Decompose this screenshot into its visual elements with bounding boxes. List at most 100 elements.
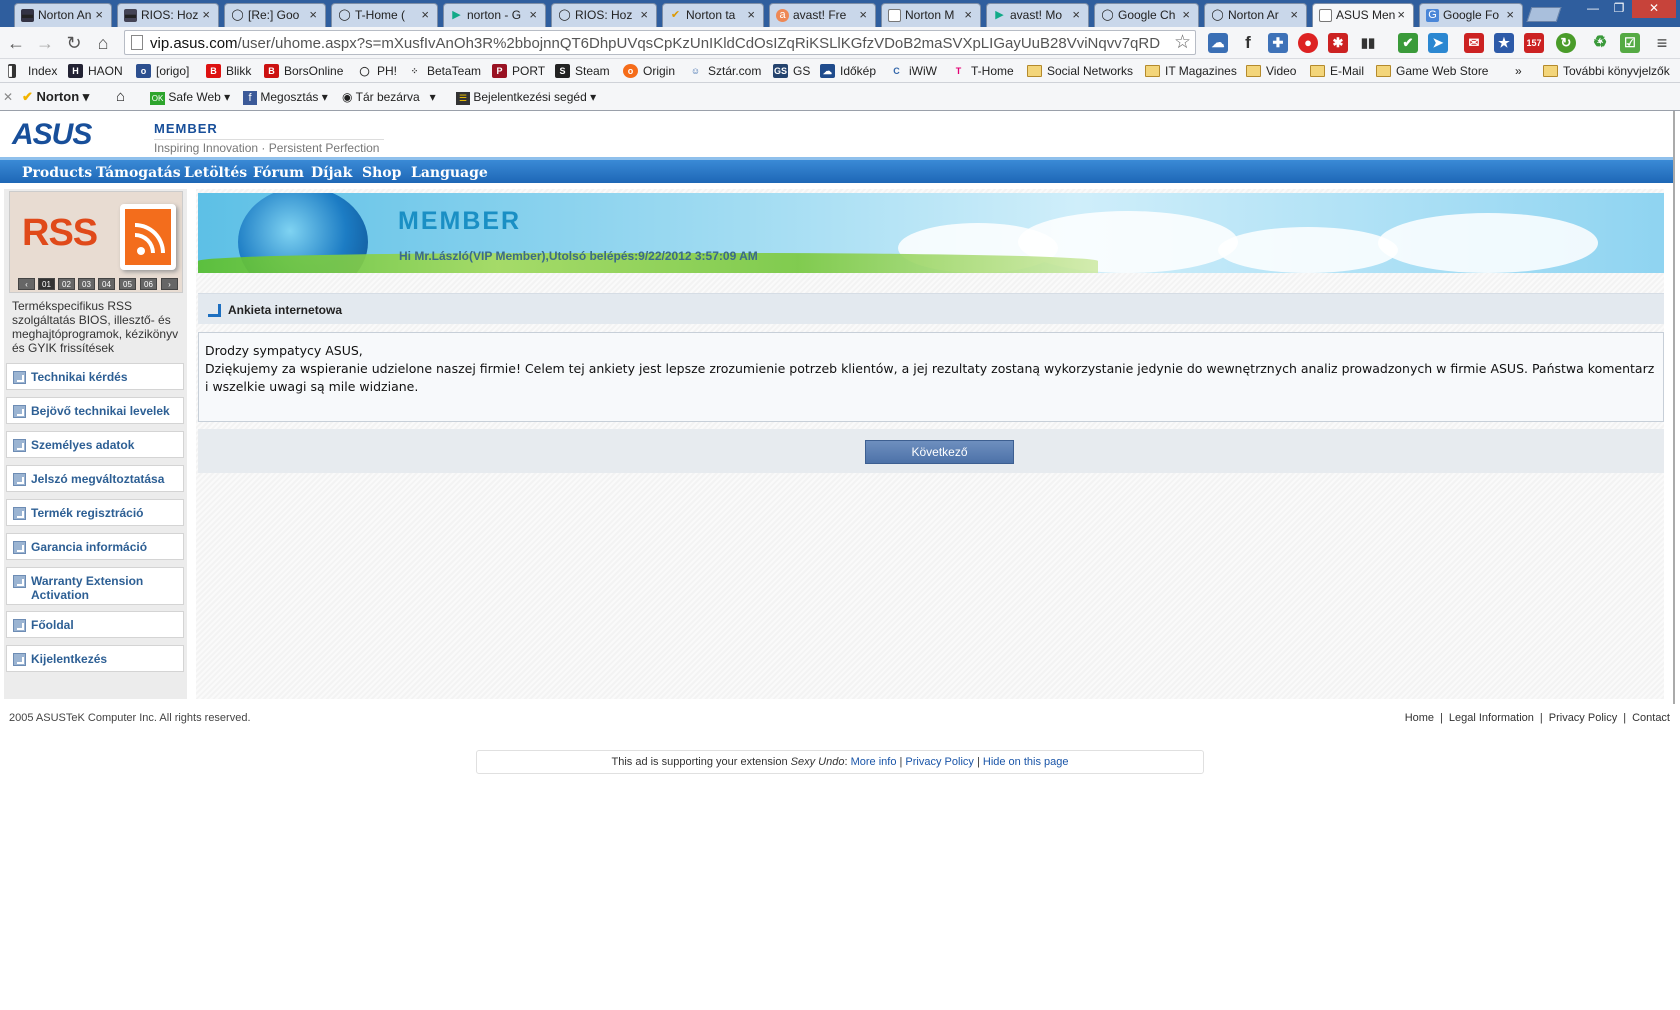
sidebar-item-warranty-extension[interactable]: Warranty Extension Activation xyxy=(6,567,184,605)
refresh-extension-icon[interactable]: ↻ xyxy=(1556,33,1576,53)
sidebar-item-termek-regisztracio[interactable]: Termék regisztráció xyxy=(6,499,184,526)
minimize-button[interactable]: — xyxy=(1580,0,1606,18)
bookmark-ph[interactable]: ◯ PH! xyxy=(357,62,397,80)
star-extension-icon[interactable]: ★ xyxy=(1494,33,1514,53)
bookmark-folder-other[interactable]: További könyvjelzők xyxy=(1543,62,1670,80)
bookmark-origin[interactable]: o Origin xyxy=(623,62,675,80)
tab-10[interactable]: ▶ avast! Mo × xyxy=(986,3,1089,27)
vault-menu[interactable]: ◉ Tár bezárva ▾ xyxy=(342,88,436,106)
bookmark-index[interactable]: ▌ Index xyxy=(8,62,57,80)
tab-close-icon[interactable]: × xyxy=(747,7,755,22)
bookmark-betateam[interactable]: ⁘ BetaTeam xyxy=(407,62,481,80)
recycle-extension-icon[interactable]: ♻ xyxy=(1590,33,1610,53)
nav-language[interactable]: Language xyxy=(411,165,488,181)
pager-page[interactable]: 01 xyxy=(38,278,55,290)
bookmark-folder-email[interactable]: E-Mail xyxy=(1310,62,1364,80)
tab-close-icon[interactable]: × xyxy=(309,7,317,22)
bookmark-haon[interactable]: H HAON xyxy=(68,62,123,80)
login-helper-menu[interactable]: ☰ Bejelentkezési segéd ▾ xyxy=(456,88,596,106)
close-toolbar-icon[interactable]: ✕ xyxy=(3,88,13,106)
nav-forum[interactable]: Fórum xyxy=(253,165,304,181)
footer-link-privacy[interactable]: Privacy Policy xyxy=(1549,712,1617,724)
norton-menu[interactable]: ✔ Norton ▾ xyxy=(22,88,89,106)
tab-8[interactable]: a avast! Fre × xyxy=(769,3,876,27)
sidebar-item-garancia[interactable]: Garancia információ xyxy=(6,533,184,560)
bookmark-sztar[interactable]: ☺ Sztár.com xyxy=(688,62,761,80)
tab-2[interactable]: ▬ RIOS: Hoz × xyxy=(117,3,219,27)
bookmark-folder-video[interactable]: Video xyxy=(1246,62,1296,80)
facebook-icon[interactable]: f xyxy=(1238,33,1258,53)
tab-close-icon[interactable]: × xyxy=(1182,7,1190,22)
tab-close-icon[interactable]: × xyxy=(1397,7,1405,22)
asus-logo[interactable]: ASUS xyxy=(12,120,92,150)
share-menu[interactable]: f Megosztás ▾ xyxy=(243,88,328,106)
tab-12[interactable]: ◯ Norton Ar × xyxy=(1204,3,1307,27)
pager-page[interactable]: 04 xyxy=(98,278,115,290)
pager-page[interactable]: 05 xyxy=(119,278,136,290)
pager-page[interactable]: 06 xyxy=(140,278,157,290)
forward-icon[interactable]: → xyxy=(34,32,56,54)
tab-close-icon[interactable]: × xyxy=(95,7,103,22)
bookmark-blikk[interactable]: B Blikk xyxy=(206,62,251,80)
tab-close-icon[interactable]: × xyxy=(1072,7,1080,22)
pager-next-icon[interactable]: › xyxy=(161,278,178,290)
bookmark-folder-social[interactable]: Social Networks xyxy=(1027,62,1133,80)
stats-icon[interactable]: ▮▮ xyxy=(1358,33,1378,53)
tab-close-icon[interactable]: × xyxy=(1290,7,1298,22)
bookmark-thome[interactable]: T T-Home xyxy=(951,62,1014,80)
back-icon[interactable]: ← xyxy=(5,32,27,54)
footer-link-home[interactable]: Home xyxy=(1405,712,1434,724)
close-window-button[interactable]: ✕ xyxy=(1632,0,1676,18)
tab-close-icon[interactable]: × xyxy=(202,7,210,22)
tab-1[interactable]: ▬ Norton An × xyxy=(14,3,112,27)
sidebar-item-kijelentkezes[interactable]: Kijelentkezés xyxy=(6,645,184,672)
bookmark-port[interactable]: P PORT xyxy=(492,62,545,80)
footer-link-legal[interactable]: Legal Information xyxy=(1449,712,1534,724)
next-button[interactable]: Következő xyxy=(865,440,1014,464)
tab-asus-member-active[interactable]: ASUS Men × xyxy=(1312,3,1414,28)
nav-dijak[interactable]: Díjak xyxy=(311,165,352,181)
puzzle-extension-icon[interactable]: ✚ xyxy=(1268,33,1288,53)
pager-prev-icon[interactable]: ‹ xyxy=(18,278,35,290)
nav-products[interactable]: Products xyxy=(22,165,92,181)
ad-hide-link[interactable]: Hide on this page xyxy=(983,756,1069,768)
bookmark-gs[interactable]: GS GS xyxy=(773,62,810,80)
lastpass-icon[interactable]: ✱ xyxy=(1328,33,1348,53)
nav-shop[interactable]: Shop xyxy=(362,165,401,181)
bookmark-star-icon[interactable]: ☆ xyxy=(1174,31,1191,54)
bookmark-iwiw[interactable]: CiWiW xyxy=(889,62,937,80)
chrome-menu-icon[interactable]: ≡ xyxy=(1652,33,1672,53)
extension-cloud-icon[interactable]: ☁ xyxy=(1208,33,1228,53)
nav-letoltes[interactable]: Letöltés xyxy=(184,165,247,181)
home-icon[interactable]: ⌂ xyxy=(116,88,125,106)
tab-close-icon[interactable]: × xyxy=(1506,7,1514,22)
send-extension-icon[interactable]: ➤ xyxy=(1428,33,1448,53)
tab-close-icon[interactable]: × xyxy=(640,7,648,22)
ad-privacy-link[interactable]: Privacy Policy xyxy=(905,756,973,768)
adblock-icon[interactable]: ● xyxy=(1298,33,1318,53)
tab-11[interactable]: ◯ Google Ch × xyxy=(1094,3,1199,27)
address-bar[interactable]: vip.asus.com/user/uhome.aspx?s=mXusfIvAn… xyxy=(124,30,1196,55)
tab-4[interactable]: ◯ T-Home (× xyxy=(331,3,438,27)
pager-page[interactable]: 03 xyxy=(78,278,95,290)
bookmark-folder-gamestore[interactable]: Game Web Store xyxy=(1376,62,1488,80)
notification-extension-icon[interactable]: 157 xyxy=(1524,33,1544,53)
page-info-icon[interactable] xyxy=(131,35,143,50)
reload-icon[interactable]: ↻ xyxy=(63,32,85,54)
tab-3[interactable]: ◯ [Re:] Goo × xyxy=(224,3,326,27)
bookmark-folder-it[interactable]: IT Magazines xyxy=(1145,62,1237,80)
tab-5[interactable]: ▶ norton - G × xyxy=(443,3,546,27)
bookmark-borsonline[interactable]: B BorsOnline xyxy=(264,62,343,80)
bookmark-idokep[interactable]: ☁ Időkép xyxy=(820,62,876,80)
tab-6[interactable]: ◯ RIOS: Hoz × xyxy=(551,3,657,27)
pager-page[interactable]: 02 xyxy=(58,278,75,290)
tab-close-icon[interactable]: × xyxy=(964,7,972,22)
home-icon[interactable]: ⌂ xyxy=(92,32,114,54)
bookmark-steam[interactable]: S Steam xyxy=(555,62,610,80)
gmail-extension-icon[interactable]: ✉ xyxy=(1464,33,1484,53)
sidebar-item-fooldal[interactable]: Főoldal xyxy=(6,611,184,638)
tab-close-icon[interactable]: × xyxy=(529,7,537,22)
tab-close-icon[interactable]: × xyxy=(859,7,867,22)
safe-web-menu[interactable]: OK Safe Web ▾ xyxy=(150,88,230,106)
maximize-button[interactable]: ❐ xyxy=(1606,0,1632,18)
